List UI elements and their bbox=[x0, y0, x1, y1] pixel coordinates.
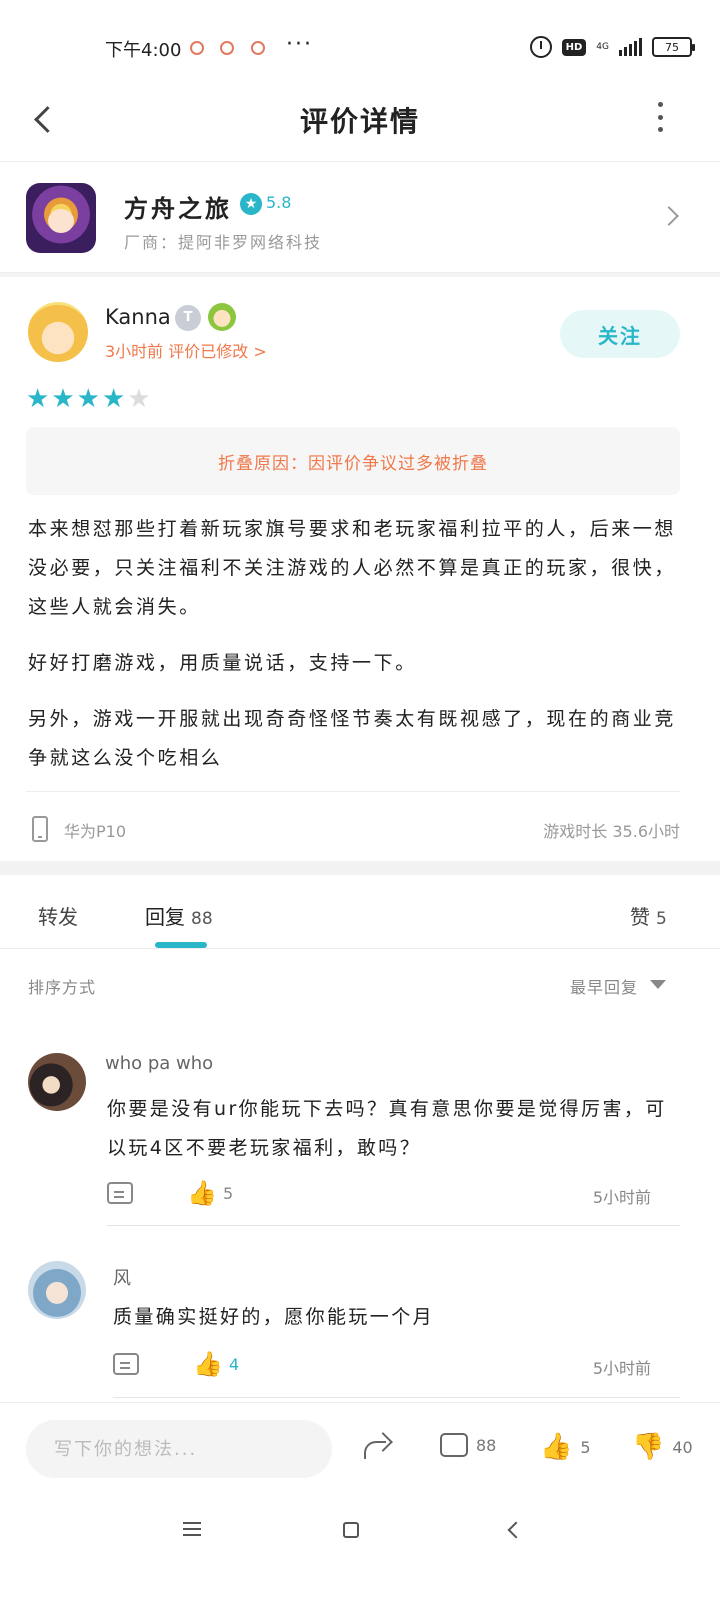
dislike-button[interactable]: 👎 40 bbox=[632, 1433, 693, 1461]
sort-row: 排序方式 最早回复 bbox=[0, 970, 720, 1000]
review-paragraph: 本来想怼那些打着新玩家旗号要求和老玩家福利拉平的人，后来一想没必要，只关注福利不… bbox=[28, 518, 677, 618]
phone-icon bbox=[32, 816, 48, 842]
playtime: 游戏时长 35.6小时 bbox=[543, 822, 680, 841]
star-empty-icon: ★ bbox=[127, 384, 151, 414]
like-count: 4 bbox=[229, 1355, 240, 1374]
star-icon: ★ bbox=[26, 384, 50, 414]
comment-input[interactable] bbox=[26, 1420, 332, 1478]
comment-time: 5小时前 bbox=[592, 1188, 651, 1207]
comment-author[interactable]: 风 bbox=[113, 1264, 131, 1290]
divider bbox=[113, 1397, 680, 1398]
game-vendor: 厂商：提阿非罗网络科技 bbox=[124, 233, 323, 252]
more-options-button[interactable] bbox=[650, 102, 670, 132]
active-tab-indicator bbox=[155, 942, 207, 948]
device-name: 华为P10 bbox=[64, 822, 127, 841]
tab-like-label: 赞 bbox=[630, 905, 650, 929]
signal-icon bbox=[619, 38, 642, 56]
tab-forward[interactable]: 转发 bbox=[38, 901, 78, 930]
game-card[interactable]: 方舟之旅 ★ 5.8 厂商：提阿非罗网络科技 bbox=[0, 163, 720, 273]
alarm-icon bbox=[529, 36, 552, 58]
sort-label: 排序方式 bbox=[28, 978, 97, 997]
game-icon bbox=[26, 183, 96, 253]
comment-button[interactable]: 88 bbox=[440, 1433, 496, 1457]
caret-down-icon[interactable] bbox=[650, 980, 666, 989]
score-star-icon: ★ bbox=[240, 193, 262, 215]
like-count: 5 bbox=[223, 1184, 234, 1203]
bottom-action-bar: 88 👍 5 👎 40 bbox=[0, 1402, 720, 1496]
status-time: 下午4:00 bbox=[105, 40, 182, 61]
tab-bar: 转发 回复 88 赞5 bbox=[0, 875, 720, 949]
follow-button[interactable]: 关注 bbox=[560, 310, 680, 358]
thumb-up-icon: 👍 bbox=[540, 1432, 573, 1462]
tab-reply-label: 回复 bbox=[145, 905, 185, 929]
reply-icon[interactable] bbox=[107, 1182, 133, 1204]
share-button[interactable] bbox=[362, 1433, 392, 1461]
divider bbox=[0, 273, 720, 277]
rating-stars: ★ ★ ★ ★ ★ bbox=[26, 386, 151, 412]
page-title: 评价详情 bbox=[299, 105, 420, 138]
game-name: 方舟之旅 bbox=[124, 195, 232, 223]
comment-actions: 👍 5 5小时前 bbox=[107, 1180, 667, 1210]
notification-icon bbox=[190, 41, 204, 55]
author-name[interactable]: Kanna bbox=[105, 305, 171, 329]
tab-like-count: 5 bbox=[656, 909, 667, 929]
tab-forward-label: 转发 bbox=[38, 905, 78, 929]
sort-dropdown[interactable]: 最早回复 bbox=[570, 974, 638, 998]
home-icon[interactable] bbox=[343, 1522, 359, 1538]
badge-avatar-icon bbox=[208, 303, 236, 331]
review-paragraph: 另外，游戏一开服就出现奇奇怪怪节奏太有既视感了，现在的商业竞争就这么没个吃相么 bbox=[28, 708, 677, 769]
chevron-right-icon bbox=[659, 206, 679, 226]
comment-item: 风 质量确实挺好的，愿你能玩一个月 👍 4 5小时前 bbox=[0, 1258, 720, 1398]
tab-reply[interactable]: 回复 88 bbox=[145, 901, 213, 930]
like-button[interactable]: 👍 5 bbox=[540, 1433, 591, 1461]
fold-notice: 折叠原因：因评价争议过多被折叠 bbox=[26, 427, 680, 495]
like-icon[interactable]: 👍 bbox=[193, 1351, 223, 1377]
comment-icon bbox=[440, 1433, 468, 1457]
tab-like[interactable]: 赞5 bbox=[630, 901, 667, 930]
more-notifications-icon: ··· bbox=[286, 32, 313, 57]
back-icon[interactable] bbox=[507, 1521, 525, 1539]
star-icon: ★ bbox=[51, 384, 75, 414]
thumb-down-icon: 👎 bbox=[632, 1432, 665, 1462]
network-type: 4G bbox=[596, 41, 609, 52]
level-badge: T bbox=[175, 305, 201, 331]
app-header: 评价详情 bbox=[0, 80, 720, 162]
status-icons: HD 4G 75 bbox=[529, 36, 695, 58]
comment-avatar[interactable] bbox=[28, 1053, 86, 1111]
system-nav-bar bbox=[0, 1496, 720, 1600]
comment-actions: 👍 4 5小时前 bbox=[113, 1351, 673, 1381]
device-info: 华为P10 游戏时长 35.6小时 bbox=[26, 791, 680, 861]
notification-icon bbox=[220, 41, 234, 55]
battery-icon: 75 bbox=[652, 37, 695, 57]
star-icon: ★ bbox=[101, 384, 126, 414]
notification-icon bbox=[251, 41, 265, 55]
comment-count: 88 bbox=[476, 1435, 497, 1455]
tab-reply-count: 88 bbox=[191, 909, 213, 929]
reply-icon[interactable] bbox=[113, 1353, 139, 1375]
like-icon[interactable]: 👍 bbox=[187, 1180, 217, 1206]
comment-author[interactable]: who pa who bbox=[105, 1053, 213, 1074]
comment-text: 你要是没有ur你能玩下去吗？真有意思你要是觉得厉害，可以玩4区不要老玩家福利，敢… bbox=[107, 1098, 667, 1159]
divider bbox=[107, 1225, 680, 1226]
like-count: 5 bbox=[580, 1437, 591, 1457]
game-score: 5.8 bbox=[266, 193, 292, 212]
review-paragraph: 好好打磨游戏，用质量说话，支持一下。 bbox=[28, 652, 417, 674]
section-divider bbox=[0, 861, 720, 875]
author-avatar[interactable] bbox=[28, 302, 88, 362]
comment-time: 5小时前 bbox=[592, 1359, 651, 1378]
share-icon bbox=[362, 1433, 392, 1461]
star-icon: ★ bbox=[76, 384, 100, 414]
menu-icon[interactable] bbox=[183, 1522, 201, 1536]
hd-icon: HD bbox=[561, 38, 587, 56]
review-body: 本来想怼那些打着新玩家旗号要求和老玩家福利拉平的人，后来一想没必要，只关注福利不… bbox=[28, 510, 688, 795]
comment-item: who pa who 你要是没有ur你能玩下去吗？真有意思你要是觉得厉害，可以玩… bbox=[0, 1050, 720, 1226]
dislike-count: 40 bbox=[672, 1437, 693, 1457]
comment-avatar[interactable] bbox=[28, 1261, 86, 1319]
comment-text: 质量确实挺好的，愿你能玩一个月 bbox=[113, 1306, 435, 1328]
review-meta[interactable]: 3小时前 评价已修改 > bbox=[105, 338, 267, 362]
